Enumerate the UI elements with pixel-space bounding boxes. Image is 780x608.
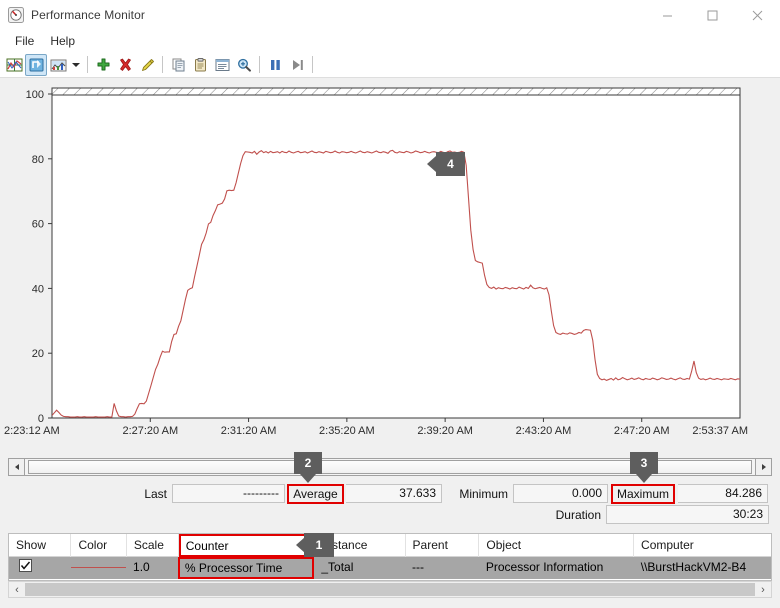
paste-counter-list-icon[interactable] xyxy=(189,54,211,76)
minimum-label: Minimum xyxy=(459,486,508,501)
y-axis-tick-label: 20 xyxy=(32,348,44,360)
window-title: Performance Monitor xyxy=(31,7,145,22)
maximum-value: 84.286 xyxy=(678,484,768,503)
duration-label: Duration xyxy=(555,507,601,522)
maximize-button[interactable] xyxy=(690,0,735,30)
column-header-computer[interactable]: Computer xyxy=(634,534,771,557)
minimum-value: 0.000 xyxy=(513,484,608,503)
average-value: 37.633 xyxy=(346,484,442,503)
legend-scroll-right-arrow-icon[interactable]: › xyxy=(755,582,771,597)
toolbar xyxy=(0,52,780,78)
last-value: --------- xyxy=(172,484,285,503)
ceiling-hatch-band xyxy=(51,87,741,96)
view-current-activity-icon[interactable] xyxy=(3,54,25,76)
add-counter-icon[interactable] xyxy=(92,54,114,76)
maximum-label: Maximum xyxy=(610,483,675,504)
y-axis-tick-label: 0 xyxy=(38,413,44,425)
toolbar-separator xyxy=(87,56,88,73)
x-axis-tick-label: 2:23:12 AM xyxy=(4,425,60,437)
window-controls xyxy=(645,0,780,30)
show-checkbox[interactable] xyxy=(19,559,32,572)
x-axis-tick-label: 2:39:20 AM xyxy=(417,425,473,437)
menu-bar: File Help xyxy=(0,30,780,52)
x-axis-tick-label: 2:53:37 AM xyxy=(692,425,748,437)
statistics-row-primary: Last --------- Average 37.633 Minimum 0.… xyxy=(0,483,780,504)
performance-monitor-icon xyxy=(8,6,24,23)
annotation-badge-2-arrow xyxy=(300,474,316,483)
duration-value: 30:23 xyxy=(606,505,769,524)
x-axis-tick-label: 2:35:20 AM xyxy=(319,425,375,437)
toolbar-separator xyxy=(259,56,260,73)
y-axis-tick-label: 60 xyxy=(32,219,44,231)
y-axis-tick-label: 80 xyxy=(32,154,44,166)
legend-scrollbar-thumb[interactable] xyxy=(25,583,755,596)
y-axis-tick-label: 40 xyxy=(32,283,44,295)
menu-item-help[interactable]: Help xyxy=(42,32,83,51)
cell-counter[interactable]: % Processor Time xyxy=(177,557,315,579)
change-graph-type-icon[interactable] xyxy=(47,54,69,76)
scroll-left-arrow-icon[interactable] xyxy=(8,458,25,476)
view-log-data-icon[interactable] xyxy=(25,53,47,76)
color-swatch xyxy=(71,567,127,568)
toolbar-separator xyxy=(162,56,163,73)
average-label: Average xyxy=(287,483,344,504)
cell-color[interactable] xyxy=(71,557,127,579)
y-axis-tick-label: 100 xyxy=(26,89,44,101)
cell-object: Processor Information xyxy=(485,560,604,574)
freeze-display-icon[interactable] xyxy=(264,54,286,76)
cell-counter-label: % Processor Time xyxy=(177,557,315,579)
toolbar-separator xyxy=(312,56,313,73)
annotation-badge-1-arrow xyxy=(296,537,305,553)
cell-computer: \\BurstHackVM2-B4 xyxy=(640,560,747,574)
counter-legend-table[interactable]: Show Color Scale Counter Instance Parent… xyxy=(8,533,772,581)
average-label-wrap: Average xyxy=(285,483,346,504)
update-data-icon[interactable] xyxy=(286,54,308,76)
annotation-badge-2: 2 xyxy=(294,452,322,474)
performance-graph[interactable]: 0 20 40 60 80 100 2:23:12 AM 2:27:20 AM 2:31:20… xyxy=(0,78,780,450)
column-header-object[interactable]: Object xyxy=(479,533,635,557)
legend-header-row: Show Color Scale Counter Instance Parent… xyxy=(9,533,771,557)
annotation-badge-3-arrow xyxy=(636,474,652,483)
cell-parent: --- xyxy=(411,560,424,574)
column-header-color[interactable]: Color xyxy=(71,533,127,557)
x-axis-tick-label: 2:31:20 AM xyxy=(221,425,277,437)
statistics-bar: Last --------- Average 37.633 Minimum 0.… xyxy=(0,483,780,527)
statistics-row-duration: Duration 30:23 xyxy=(0,504,780,525)
annotation-badge-1: 1 xyxy=(304,533,334,557)
highlight-icon[interactable] xyxy=(136,54,158,76)
column-header-parent[interactable]: Parent xyxy=(406,533,480,557)
column-header-counter[interactable]: Counter xyxy=(178,533,315,557)
graph-type-dropdown-caret-icon[interactable] xyxy=(69,54,83,76)
annotation-badge-4: 4 xyxy=(436,152,465,176)
column-header-show[interactable]: Show xyxy=(9,533,72,557)
cell-instance: _Total xyxy=(321,560,354,574)
annotation-badge-3: 3 xyxy=(630,452,658,474)
column-header-counter-label: Counter xyxy=(178,533,314,557)
copy-properties-icon[interactable] xyxy=(167,54,189,76)
minimize-button[interactable] xyxy=(645,0,690,30)
maximum-label-wrap: Maximum xyxy=(608,483,678,504)
properties-icon[interactable] xyxy=(211,54,233,76)
legend-scroll-left-arrow-icon[interactable]: ‹ xyxy=(9,582,25,597)
cell-scale: 1.0 xyxy=(133,560,150,574)
x-axis-tick-label: 2:43:20 AM xyxy=(516,425,572,437)
x-axis-tick-label: 2:47:20 AM xyxy=(614,425,670,437)
menu-item-file[interactable]: File xyxy=(7,32,42,51)
column-header-scale[interactable]: Scale xyxy=(127,533,179,557)
last-label: Last xyxy=(144,486,167,501)
x-axis-tick-label: 2:27:20 AM xyxy=(122,425,178,437)
graph-canvas[interactable]: 0 20 40 60 80 100 2:23:12 AM 2:27:20 AM 2:31:20… xyxy=(0,78,780,450)
cell-show[interactable] xyxy=(9,557,71,579)
zoom-to-icon[interactable] xyxy=(233,54,255,76)
scroll-right-arrow-icon[interactable] xyxy=(755,458,772,476)
table-row[interactable]: 1.0 % Processor Time _Total --- Processo… xyxy=(9,557,771,579)
close-button[interactable] xyxy=(735,0,780,30)
delete-counter-icon[interactable] xyxy=(114,54,136,76)
legend-horizontal-scrollbar[interactable]: ‹ › xyxy=(8,581,772,598)
title-bar: Performance Monitor xyxy=(0,0,780,30)
annotation-badge-4-arrow xyxy=(427,156,436,172)
